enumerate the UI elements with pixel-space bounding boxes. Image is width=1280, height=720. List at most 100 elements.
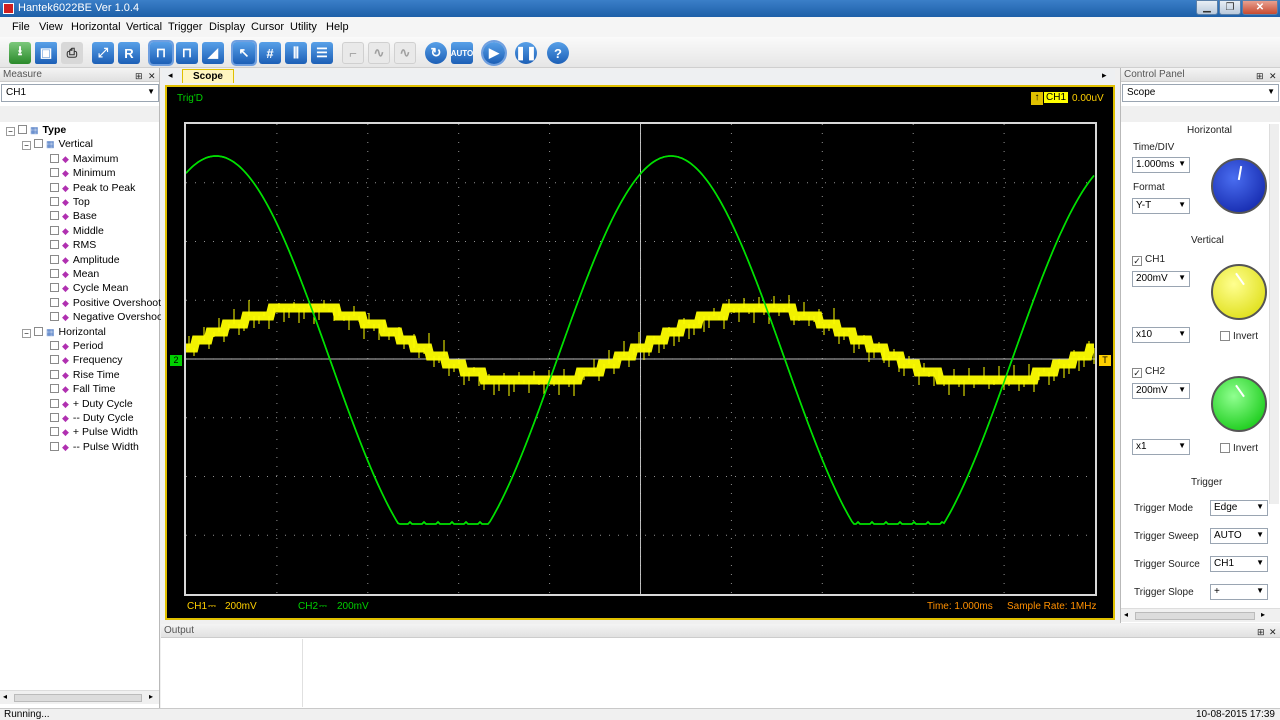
menu-file[interactable]: File xyxy=(12,21,30,33)
measure-item[interactable]: ◆ Peak to Peak xyxy=(50,181,135,195)
checkbox-icon[interactable] xyxy=(50,197,59,206)
trigger-mode-select[interactable]: Edge ▼ xyxy=(1210,500,1268,516)
ch2-volt-select[interactable]: 200mV ▼ xyxy=(1132,383,1190,399)
ch2-enable[interactable]: ✓ CH2 xyxy=(1132,366,1165,378)
measure-item[interactable]: ◆ Amplitude xyxy=(50,253,120,267)
ch1-invert[interactable]: Invert xyxy=(1220,331,1258,342)
timebase-knob[interactable] xyxy=(1211,158,1267,214)
close-pane-icon[interactable]: ✕ xyxy=(1269,625,1277,639)
trigger-sweep-select[interactable]: AUTO ▼ xyxy=(1210,528,1268,544)
checkbox-icon[interactable] xyxy=(50,384,59,394)
checkbox-icon[interactable] xyxy=(50,225,59,235)
measure-item[interactable]: ◆ Period xyxy=(50,339,103,353)
checkbox-icon[interactable] xyxy=(50,240,59,250)
checkbox-icon[interactable] xyxy=(50,297,59,307)
help-icon[interactable]: ? xyxy=(547,42,569,64)
checkbox-icon[interactable] xyxy=(34,139,43,149)
ch1-volts-knob[interactable] xyxy=(1211,264,1267,320)
measure-item[interactable]: ◆ Middle xyxy=(50,224,104,238)
measure-item[interactable]: ◆ Mean xyxy=(50,267,99,281)
menu-cursor[interactable]: Cursor xyxy=(251,21,284,33)
pin-icon[interactable]: ⊞ xyxy=(135,69,143,83)
scroll-thumb[interactable] xyxy=(1135,612,1255,620)
control-vscroll[interactable] xyxy=(1269,124,1279,504)
measure-item[interactable]: ◆ + Duty Cycle xyxy=(50,397,133,411)
tree-group-vertical[interactable]: − ▦ Vertical xyxy=(22,137,93,151)
measure-item[interactable]: ◆ Fall Time xyxy=(50,382,116,396)
ch2-invert[interactable]: Invert xyxy=(1220,443,1258,454)
control-hscroll[interactable]: ◂ ▸ xyxy=(1121,608,1280,622)
measure-item[interactable]: ◆ Frequency xyxy=(50,353,123,367)
step-wave-icon[interactable]: ⌐ xyxy=(342,42,364,64)
checkbox-icon[interactable] xyxy=(50,168,59,178)
checkbox-icon[interactable] xyxy=(50,254,59,264)
menu-utility[interactable]: Utility xyxy=(290,21,317,33)
scroll-left-icon[interactable]: ◂ xyxy=(3,692,7,701)
collapse-icon[interactable]: − xyxy=(22,141,31,151)
tree-group-horizontal[interactable]: − ▦ Horizontal xyxy=(22,325,106,339)
zoom-fit-icon[interactable]: ⤢ xyxy=(92,42,114,64)
auto-button[interactable]: AUTO xyxy=(451,42,473,64)
trigger-level-marker[interactable]: T xyxy=(1099,355,1111,366)
measure-item[interactable]: ◆ Maximum xyxy=(50,152,118,166)
checkbox-icon[interactable] xyxy=(50,341,59,350)
ramp-icon[interactable]: ◢ xyxy=(202,42,224,64)
checkbox-icon[interactable] xyxy=(50,441,59,451)
measure-item[interactable]: ◆ Negative Overshoot xyxy=(50,310,166,324)
close-pane-icon[interactable]: ✕ xyxy=(148,69,156,83)
menu-help[interactable]: Help xyxy=(326,21,349,33)
pulse-icon[interactable]: ⊓ xyxy=(150,42,172,64)
scroll-thumb[interactable] xyxy=(14,694,142,702)
control-mode-select[interactable]: Scope ▼ xyxy=(1122,84,1279,102)
collapse-icon[interactable]: − xyxy=(22,328,31,338)
checkbox-icon[interactable] xyxy=(50,427,59,437)
trigger-source-select[interactable]: CH1 ▼ xyxy=(1210,556,1268,572)
checkbox-icon[interactable] xyxy=(50,398,59,408)
close-pane-icon[interactable]: ✕ xyxy=(1269,69,1277,83)
scroll-right-icon[interactable]: ▸ xyxy=(1261,610,1265,619)
checkbox-icon[interactable] xyxy=(50,153,59,163)
maximize-button[interactable]: ❐ xyxy=(1219,0,1241,15)
scroll-left-icon[interactable]: ◂ xyxy=(1124,610,1128,619)
sine-wave-2-icon[interactable]: ∿ xyxy=(394,42,416,64)
pin-icon[interactable]: ⊞ xyxy=(1257,625,1265,639)
ch1-probe-select[interactable]: x10 ▼ xyxy=(1132,327,1190,343)
measure-item[interactable]: ◆ -- Duty Cycle xyxy=(50,411,134,425)
checkbox-icon[interactable] xyxy=(50,355,59,365)
reset-button[interactable]: R xyxy=(118,42,140,64)
checkbox-icon[interactable] xyxy=(50,413,59,422)
measure-channel-select[interactable]: CH1 ▼ xyxy=(1,84,159,102)
menu-vertical[interactable]: Vertical xyxy=(126,21,162,33)
open-icon[interactable]: ⭳ xyxy=(9,42,31,64)
close-button[interactable]: ✕ xyxy=(1242,0,1278,15)
cursor-select-icon[interactable]: ↖ xyxy=(233,42,255,64)
ch2-volts-knob[interactable] xyxy=(1211,376,1267,432)
print-icon[interactable]: ⎙ xyxy=(61,42,83,64)
pulse-multi-icon[interactable]: ⊓ xyxy=(176,42,198,64)
checkbox-icon[interactable] xyxy=(50,269,59,278)
refresh-icon[interactable]: ↻ xyxy=(425,42,447,64)
trigger-slope-select[interactable]: + ▼ xyxy=(1210,584,1268,600)
tab-right-icon[interactable]: ▸ xyxy=(1102,70,1107,81)
tree-root-type[interactable]: − ▦ Type xyxy=(6,123,66,137)
measure-item[interactable]: ◆ Positive Overshoot xyxy=(50,296,161,310)
measure-item[interactable]: ◆ Cycle Mean xyxy=(50,281,128,295)
collapse-icon[interactable]: − xyxy=(6,127,15,136)
measure-item[interactable]: ◆ Base xyxy=(50,209,97,223)
ch1-volt-select[interactable]: 200mV ▼ xyxy=(1132,271,1190,287)
tab-left-icon[interactable]: ◂ xyxy=(168,70,173,81)
pause-icon[interactable]: ❚❚ xyxy=(515,42,537,64)
measure-item[interactable]: ◆ -- Pulse Width xyxy=(50,440,139,454)
checkbox-icon[interactable] xyxy=(50,211,59,221)
minimize-button[interactable]: ▁ xyxy=(1196,0,1218,15)
save-icon[interactable]: ▣ xyxy=(35,42,57,64)
ch1-enable[interactable]: ✓ CH1 xyxy=(1132,254,1165,266)
measure-item[interactable]: ◆ + Pulse Width xyxy=(50,425,138,439)
vertical-cursor-icon[interactable]: ⫼ xyxy=(285,42,307,64)
checkbox-icon[interactable] xyxy=(50,369,59,379)
measure-hscroll[interactable]: ◂ ▸ xyxy=(0,690,159,704)
grid-icon[interactable]: # xyxy=(259,42,281,64)
checkbox-icon[interactable] xyxy=(18,125,27,134)
checkbox-icon[interactable] xyxy=(50,283,59,293)
checkbox-icon[interactable] xyxy=(50,312,59,322)
